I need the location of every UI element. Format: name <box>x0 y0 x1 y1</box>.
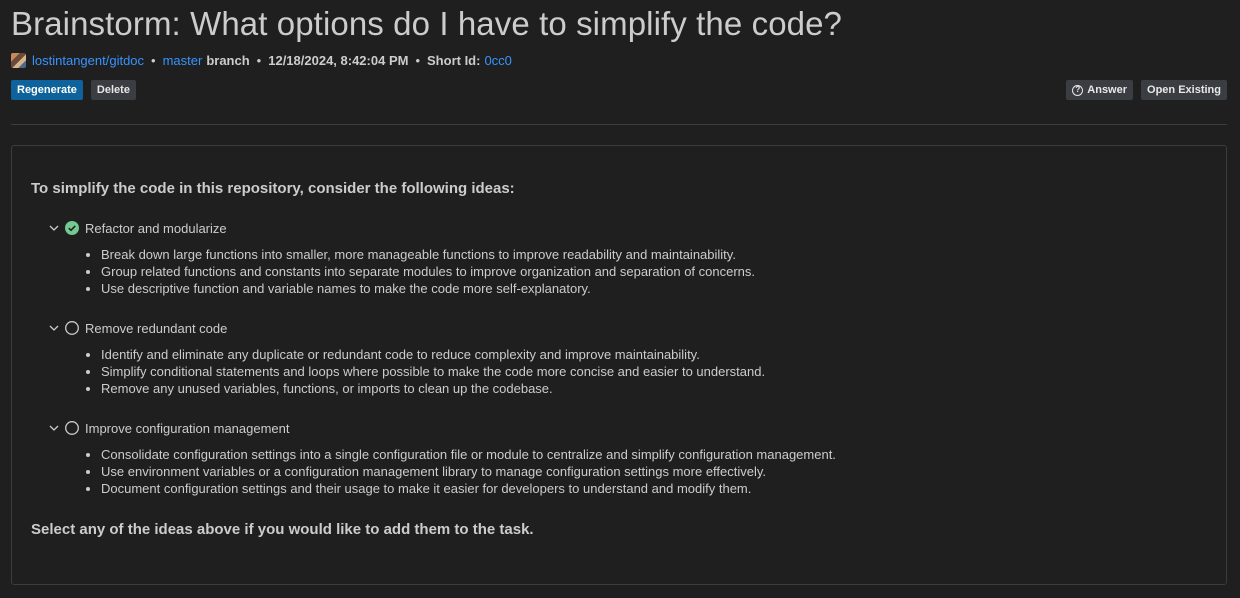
check-circle-icon[interactable] <box>65 221 79 235</box>
branch-word: branch <box>206 52 250 68</box>
page-title: Brainstorm: What options do I have to si… <box>11 5 843 42</box>
timestamp: 12/18/2024, 8:42:04 PM <box>268 52 409 68</box>
meta-separator: • <box>415 52 421 68</box>
chevron-down-icon[interactable] <box>47 221 61 235</box>
idea-title: Improve configuration management <box>85 420 290 436</box>
list-item: Use descriptive function and variable na… <box>101 280 1207 297</box>
divider <box>11 124 1227 125</box>
idea-item: Remove redundant code Identify and elimi… <box>31 319 1207 397</box>
list-item: Use environment variables or a configura… <box>101 463 1207 480</box>
idea-header-refactor[interactable]: Refactor and modularize <box>47 219 1207 237</box>
brainstorm-page: Brainstorm: What options do I have to si… <box>0 0 1240 598</box>
idea-header-configuration[interactable]: Improve configuration management <box>47 419 1207 437</box>
list-item: Identify and eliminate any duplicate or … <box>101 346 1207 363</box>
task-meta: lostintangent/gitdoc • master branch • 1… <box>11 51 1227 69</box>
short-id-link[interactable]: 0cc0 <box>484 53 511 68</box>
toolbar: Regenerate Delete ? Answer Open Existing <box>11 80 1227 100</box>
repo-link[interactable]: lostintangent/gitdoc <box>32 53 144 68</box>
idea-title: Remove redundant code <box>85 320 228 336</box>
idea-bullets: Identify and eliminate any duplicate or … <box>31 346 1207 397</box>
idea-item: Refactor and modularize Break down large… <box>31 219 1207 297</box>
list-item: Consolidate configuration settings into … <box>101 446 1207 463</box>
idea-header-redundant[interactable]: Remove redundant code <box>47 319 1207 337</box>
list-item: Break down large functions into smaller,… <box>101 246 1207 263</box>
answer-button[interactable]: ? Answer <box>1066 80 1134 100</box>
open-existing-button[interactable]: Open Existing <box>1141 80 1227 100</box>
chevron-down-icon[interactable] <box>47 321 61 335</box>
branch-link[interactable]: master <box>163 53 203 68</box>
chevron-down-icon[interactable] <box>47 421 61 435</box>
avatar <box>11 52 26 68</box>
circle-outline-icon[interactable] <box>65 321 79 335</box>
answer-button-label: Answer <box>1087 84 1128 96</box>
idea-bullets: Break down large functions into smaller,… <box>31 246 1207 297</box>
delete-button[interactable]: Delete <box>90 80 136 100</box>
outro-text: Select any of the ideas above if you wou… <box>31 521 534 538</box>
idea-title: Refactor and modularize <box>85 220 227 236</box>
regenerate-button[interactable]: Regenerate <box>11 80 83 100</box>
list-item: Remove any unused variables, functions, … <box>101 380 1207 397</box>
idea-item: Improve configuration management Consoli… <box>31 419 1207 497</box>
idea-bullets: Consolidate configuration settings into … <box>31 446 1207 497</box>
question-circle-icon: ? <box>1072 84 1084 96</box>
meta-separator: • <box>151 52 156 68</box>
circle-outline-icon[interactable] <box>65 421 79 435</box>
list-item: Simplify conditional statements and loop… <box>101 363 1207 380</box>
list-item: Group related functions and constants in… <box>101 263 1207 280</box>
intro-text: To simplify the code in this repository,… <box>31 180 515 197</box>
short-id-label: Short Id: <box>427 52 481 68</box>
list-item: Document configuration settings and thei… <box>101 480 1207 497</box>
meta-separator: • <box>256 52 262 68</box>
ideas-panel: To simplify the code in this repository,… <box>11 145 1227 585</box>
